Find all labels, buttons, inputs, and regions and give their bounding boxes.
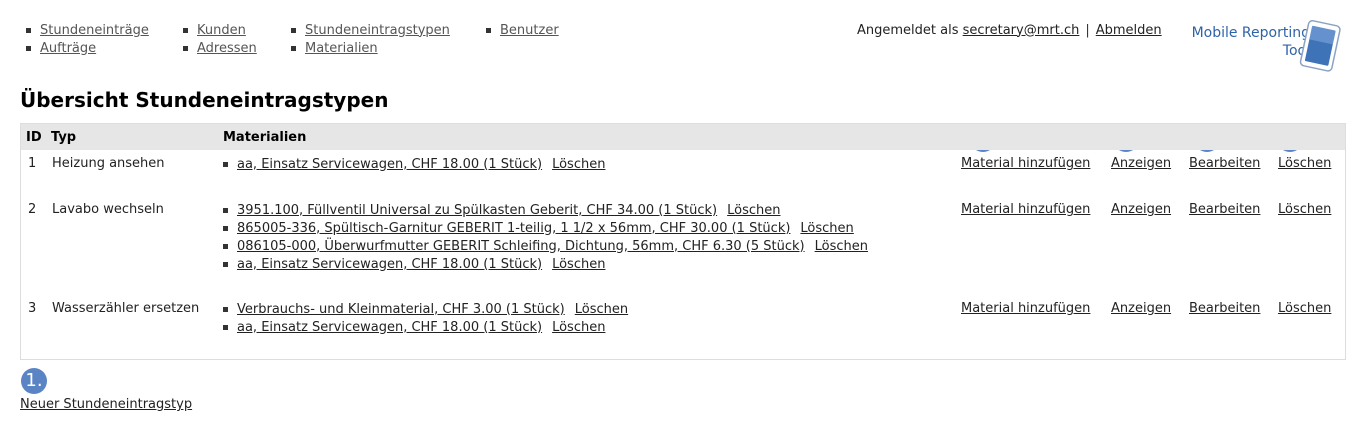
bullet-icon <box>223 306 228 312</box>
bullet-icon <box>291 45 296 51</box>
nav-link-kunden[interactable]: Kunden <box>197 23 246 38</box>
show-link[interactable]: Anzeigen <box>1111 156 1171 171</box>
bullet-icon <box>26 45 31 51</box>
material-link[interactable]: aa, Einsatz Servicewagen, CHF 18.00 (1 S… <box>237 257 542 272</box>
delete-link[interactable]: Löschen <box>1278 202 1331 217</box>
delete-link[interactable]: Löschen <box>1278 156 1331 171</box>
nav-item-kunden[interactable]: Kunden <box>183 21 257 39</box>
logo-text-line1: Mobile Reporting <box>1191 25 1310 41</box>
nav-item-stundeneintraege[interactable]: Stundeneinträge <box>26 21 149 39</box>
material-item: aa, Einsatz Servicewagen, CHF 18.00 (1 S… <box>223 155 605 173</box>
material-item: aa, Einsatz Servicewagen, CHF 18.00 (1 S… <box>223 255 868 273</box>
bullet-icon <box>223 261 228 267</box>
material-delete-link[interactable]: Löschen <box>552 157 605 172</box>
row-typ: Heizung ansehen <box>52 156 165 171</box>
material-delete-link[interactable]: Löschen <box>552 320 605 335</box>
user-email-link[interactable]: secretary@mrt.ch <box>963 23 1080 38</box>
nav-item-materialien[interactable]: Materialien <box>291 39 450 57</box>
nav-column-3: Stundeneintragstypen Materialien <box>291 21 450 57</box>
row-typ: Wasserzähler ersetzen <box>52 301 200 316</box>
material-link[interactable]: aa, Einsatz Servicewagen, CHF 18.00 (1 S… <box>237 157 542 172</box>
material-delete-link[interactable]: Löschen <box>800 221 853 236</box>
logo: Mobile Reporting Tool <box>1190 18 1346 76</box>
row-id: 1 <box>28 156 37 171</box>
material-delete-link[interactable]: Löschen <box>815 239 868 254</box>
material-list: aa, Einsatz Servicewagen, CHF 18.00 (1 S… <box>223 155 605 173</box>
add-material-link[interactable]: Material hinzufügen <box>961 156 1090 171</box>
row-id: 3 <box>28 301 37 316</box>
edit-link[interactable]: Bearbeiten <box>1189 301 1260 316</box>
material-link[interactable]: 3951.100, Füllventil Universal zu Spülka… <box>237 203 717 218</box>
material-item: 3951.100, Füllventil Universal zu Spülka… <box>223 201 868 219</box>
bullet-icon <box>223 225 228 231</box>
nav-link-materialien[interactable]: Materialien <box>305 41 378 56</box>
material-link[interactable]: Verbrauchs- und Kleinmaterial, CHF 3.00 … <box>237 302 565 317</box>
material-link[interactable]: aa, Einsatz Servicewagen, CHF 18.00 (1 S… <box>237 320 542 335</box>
nav-link-benutzer[interactable]: Benutzer <box>500 23 559 38</box>
material-delete-link[interactable]: Löschen <box>552 257 605 272</box>
row-id: 2 <box>28 202 37 217</box>
header-id: ID <box>26 130 42 145</box>
add-material-link[interactable]: Material hinzufügen <box>961 301 1090 316</box>
nav-item-adressen[interactable]: Adressen <box>183 39 257 57</box>
table-header: ID Typ Materialien <box>21 124 1345 150</box>
nav-link-adressen[interactable]: Adressen <box>197 41 257 56</box>
material-delete-link[interactable]: Löschen <box>575 302 628 317</box>
nav-column-2: Kunden Adressen <box>183 21 257 57</box>
edit-link[interactable]: Bearbeiten <box>1189 202 1260 217</box>
material-item: aa, Einsatz Servicewagen, CHF 18.00 (1 S… <box>223 318 628 336</box>
nav-item-benutzer[interactable]: Benutzer <box>486 21 559 39</box>
tablet-icon <box>1299 20 1341 72</box>
bullet-icon <box>223 207 228 213</box>
bullet-icon <box>223 324 228 330</box>
nav-column-1: Stundeneinträge Aufträge <box>26 21 149 57</box>
logout-link[interactable]: Abmelden <box>1096 23 1162 38</box>
bullet-icon <box>223 243 228 249</box>
header-typ: Typ <box>51 130 77 145</box>
login-status: Angemeldet als secretary@mrt.ch | Abmelden <box>857 21 1162 39</box>
nav-link-stundeneintraege[interactable]: Stundeneinträge <box>40 23 149 38</box>
bullet-icon <box>183 27 188 33</box>
entry-types-table: ID Typ Materialien 1 Heizung ansehen aa,… <box>20 123 1346 360</box>
material-list: Verbrauchs- und Kleinmaterial, CHF 3.00 … <box>223 300 628 336</box>
bullet-icon <box>223 161 228 167</box>
page-title: Übersicht Stundeneintragstypen <box>20 88 389 112</box>
material-item: 865005-336, Spültisch-Garnitur GEBERIT 1… <box>223 219 868 237</box>
bullet-icon <box>26 27 31 33</box>
login-separator: | <box>1085 22 1090 38</box>
nav-link-auftraege[interactable]: Aufträge <box>40 41 96 56</box>
nav-link-stundeneintragstypen[interactable]: Stundeneintragstypen <box>305 23 450 38</box>
show-link[interactable]: Anzeigen <box>1111 301 1171 316</box>
edit-link[interactable]: Bearbeiten <box>1189 156 1260 171</box>
material-link[interactable]: 865005-336, Spültisch-Garnitur GEBERIT 1… <box>237 221 790 236</box>
bullet-icon <box>291 27 296 33</box>
delete-link[interactable]: Löschen <box>1278 301 1331 316</box>
login-prefix: Angemeldet als <box>857 22 959 38</box>
material-list: 3951.100, Füllventil Universal zu Spülka… <box>223 201 868 273</box>
nav-column-4: Benutzer <box>486 21 559 39</box>
add-material-link[interactable]: Material hinzufügen <box>961 202 1090 217</box>
material-link[interactable]: 086105-000, Überwurfmutter GEBERIT Schle… <box>237 239 805 254</box>
new-entry-type-link[interactable]: Neuer Stundeneintragstyp <box>20 397 192 412</box>
row-typ: Lavabo wechseln <box>52 202 164 217</box>
nav-item-auftraege[interactable]: Aufträge <box>26 39 149 57</box>
nav-item-stundeneintragstypen[interactable]: Stundeneintragstypen <box>291 21 450 39</box>
material-delete-link[interactable]: Löschen <box>727 203 780 218</box>
bullet-icon <box>486 27 491 33</box>
material-item: Verbrauchs- und Kleinmaterial, CHF 3.00 … <box>223 300 628 318</box>
show-link[interactable]: Anzeigen <box>1111 202 1171 217</box>
badge-1: 1. <box>21 368 47 394</box>
material-item: 086105-000, Überwurfmutter GEBERIT Schle… <box>223 237 868 255</box>
bullet-icon <box>183 45 188 51</box>
header-materialien: Materialien <box>223 130 307 145</box>
